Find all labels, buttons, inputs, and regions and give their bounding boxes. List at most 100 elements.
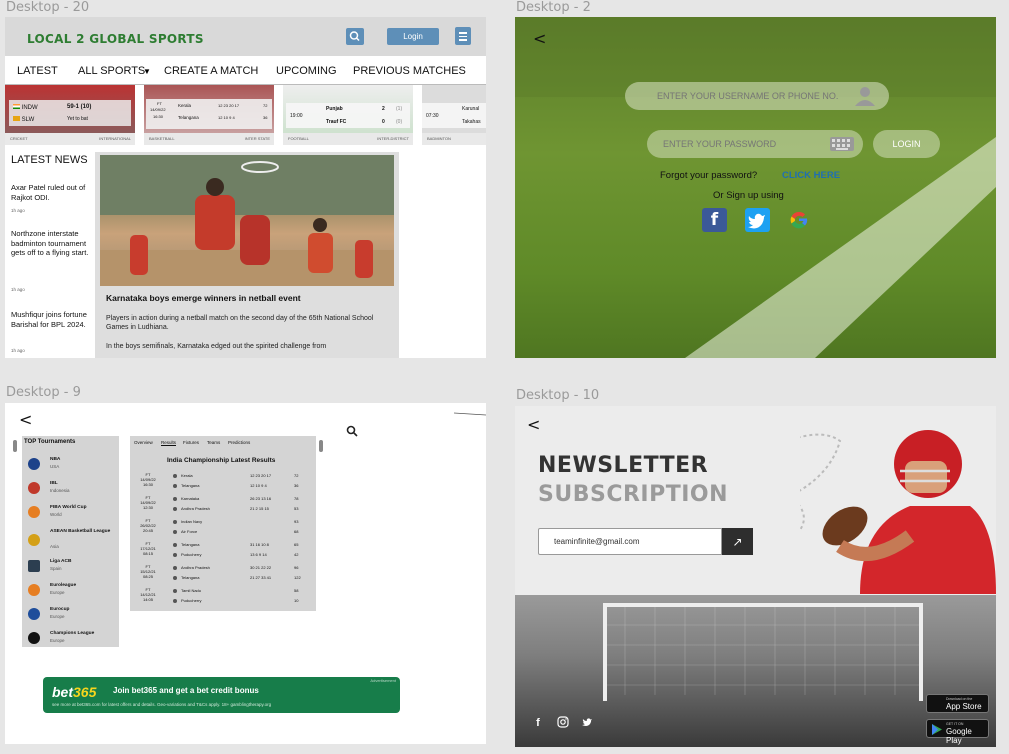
tab-fixtures[interactable]: Fixtures (183, 440, 199, 445)
hamburger-icon (459, 32, 467, 34)
username-input[interactable] (625, 82, 889, 110)
news-item[interactable]: Northzone interstate badminton tournamen… (11, 229, 91, 258)
email-field[interactable] (538, 528, 722, 555)
login-button[interactable]: LOGIN (873, 130, 940, 158)
result-quarters: 26 23 13 16 (250, 496, 272, 501)
featured-article[interactable]: Karnataka boys emerge winners in netball… (95, 152, 399, 358)
ad-tag: Advertisement (370, 678, 396, 683)
score-card-basketball[interactable]: FT 14/09/22 16:30 Kerala 12 23 20 17 72 … (144, 85, 274, 145)
chevron-down-icon: ▼ (143, 67, 151, 76)
user-icon (855, 87, 875, 106)
scroll-handle-left[interactable] (13, 440, 17, 452)
bet365-ad-banner[interactable]: bet365 Join bet365 and get a bet credit … (43, 677, 400, 713)
team-logo-icon (173, 575, 177, 580)
flag-srilanka-icon (13, 116, 20, 121)
tournament-logo-icon (28, 534, 40, 546)
keyboard-icon[interactable] (830, 137, 854, 151)
search-icon[interactable] (346, 425, 358, 437)
newsletter-frame: < NEWSLETTER SUBSCRIPTION ↗ f Download o… (515, 406, 996, 747)
signup-with-text: Or Sign up using (713, 190, 784, 201)
home-header: LOCAL 2 GLOBAL SPORTS Login (5, 17, 486, 56)
frame-label-desktop-9: Desktop - 9 (6, 385, 81, 400)
results-panel: Overview Results Fixtures Teams Predicti… (130, 436, 316, 611)
google-play-badge[interactable]: GET IT ON Google Play (926, 719, 989, 745)
login-frame: < LOGIN Forgot your password? CLICK HERE… (515, 17, 996, 358)
result-total: 42 (294, 552, 299, 557)
subscribe-button[interactable]: ↗ (722, 528, 753, 555)
nav-all-sports[interactable]: ALL SPORTS (78, 65, 145, 77)
facebook-icon[interactable]: f (702, 208, 727, 232)
team-logo-icon (173, 473, 177, 478)
ad-fine-print: see more at bet365.com for latest offers… (52, 702, 272, 707)
menu-button[interactable] (455, 27, 471, 45)
instagram-icon[interactable] (556, 716, 570, 730)
scroll-handle-right[interactable] (319, 440, 323, 452)
twitter-icon[interactable] (580, 716, 594, 730)
football-player-image (774, 416, 996, 594)
result-team: Air Force (173, 529, 197, 534)
tournament-logo-icon (28, 482, 40, 494)
tab-teams[interactable]: Teams (207, 440, 220, 445)
tab-overview[interactable]: Overview (134, 440, 153, 445)
frame-label-desktop-2: Desktop - 2 (516, 0, 591, 15)
result-team: Telangana (173, 575, 199, 580)
sidebar-heading: TOP Tournaments (24, 439, 76, 445)
team-logo-icon (173, 588, 177, 593)
result-team: Puducherry (173, 598, 201, 603)
featured-article-text: Players in action during a netball match… (106, 315, 374, 331)
result-total: 65 (294, 542, 299, 547)
team-logo-icon (173, 565, 177, 570)
result-team: Telangana (173, 483, 199, 488)
facebook-icon[interactable]: f (531, 716, 545, 730)
forgot-password-link[interactable]: CLICK HERE (782, 170, 840, 181)
tab-predictions[interactable]: Predictions (228, 440, 250, 445)
result-time: 16:30 (142, 482, 153, 487)
play-store-icon (932, 724, 942, 735)
nav-create-match[interactable]: CREATE A MATCH (164, 65, 258, 77)
tournament-logo-icon (28, 584, 40, 596)
flag-india-icon (13, 104, 20, 109)
login-button[interactable]: Login (387, 28, 439, 45)
team-logo-icon (173, 519, 177, 524)
app-store-badge[interactable]: Download on the App Store (926, 694, 989, 713)
divider-line (454, 412, 486, 416)
twitter-icon[interactable] (745, 208, 770, 232)
news-item[interactable]: Axar Patel ruled out of Rajkot ODI. (11, 183, 91, 202)
news-item[interactable]: Mushfiqur joins fortune Barishal for BPL… (11, 310, 91, 329)
nav-latest[interactable]: LATEST (17, 65, 58, 77)
result-quarters: 12 10 9 4 (250, 483, 267, 488)
result-total: 96 (294, 565, 299, 570)
nav-upcoming[interactable]: UPCOMING (276, 65, 337, 77)
result-team: Kerala (173, 473, 193, 478)
home-frame: LOCAL 2 GLOBAL SPORTS Login LATEST ALL S… (5, 17, 486, 358)
score-card-badminton[interactable]: 07:30 Karunal Takahas BADMINTON (422, 85, 486, 145)
tournament-logo-icon (28, 458, 40, 470)
back-button[interactable]: < (533, 29, 546, 48)
tab-results[interactable]: Results (161, 440, 177, 446)
result-total: 68 (294, 529, 299, 534)
nav-previous-matches[interactable]: PREVIOUS MATCHES (353, 65, 466, 77)
result-total: 122 (294, 575, 301, 580)
tournament-logo-icon (28, 608, 40, 620)
result-quarters: 13 6 9 14 (250, 552, 267, 557)
score-card-football[interactable]: 19:00 Punjab 2 (1) Trauf FC 0 (0) FOOTBA… (283, 85, 413, 145)
result-quarters: 30 21 22 22 (250, 565, 272, 570)
back-button[interactable]: < (527, 415, 540, 434)
bet365-logo: bet365 (52, 684, 97, 700)
result-time: 20:45 (142, 528, 153, 533)
featured-article-title[interactable]: Karnataka boys emerge winners in netball… (106, 293, 301, 303)
site-logo[interactable]: LOCAL 2 GLOBAL SPORTS (27, 32, 204, 46)
result-time: 08:15 (142, 551, 153, 556)
result-time: 08:25 (142, 574, 153, 579)
grass-background (515, 17, 996, 358)
search-icon (349, 31, 360, 42)
back-button[interactable]: < (19, 410, 32, 429)
team-logo-icon (173, 542, 177, 547)
search-button[interactable] (346, 28, 364, 45)
score-card-cricket[interactable]: INDW 59-1 (10) SLW Yet to bat CRICKET IN… (5, 85, 135, 145)
result-team: Telangana (173, 542, 199, 547)
frame-label-desktop-20: Desktop - 20 (6, 0, 90, 15)
team-logo-icon (173, 506, 177, 511)
google-icon[interactable] (787, 208, 812, 232)
result-total: 78 (294, 496, 299, 501)
